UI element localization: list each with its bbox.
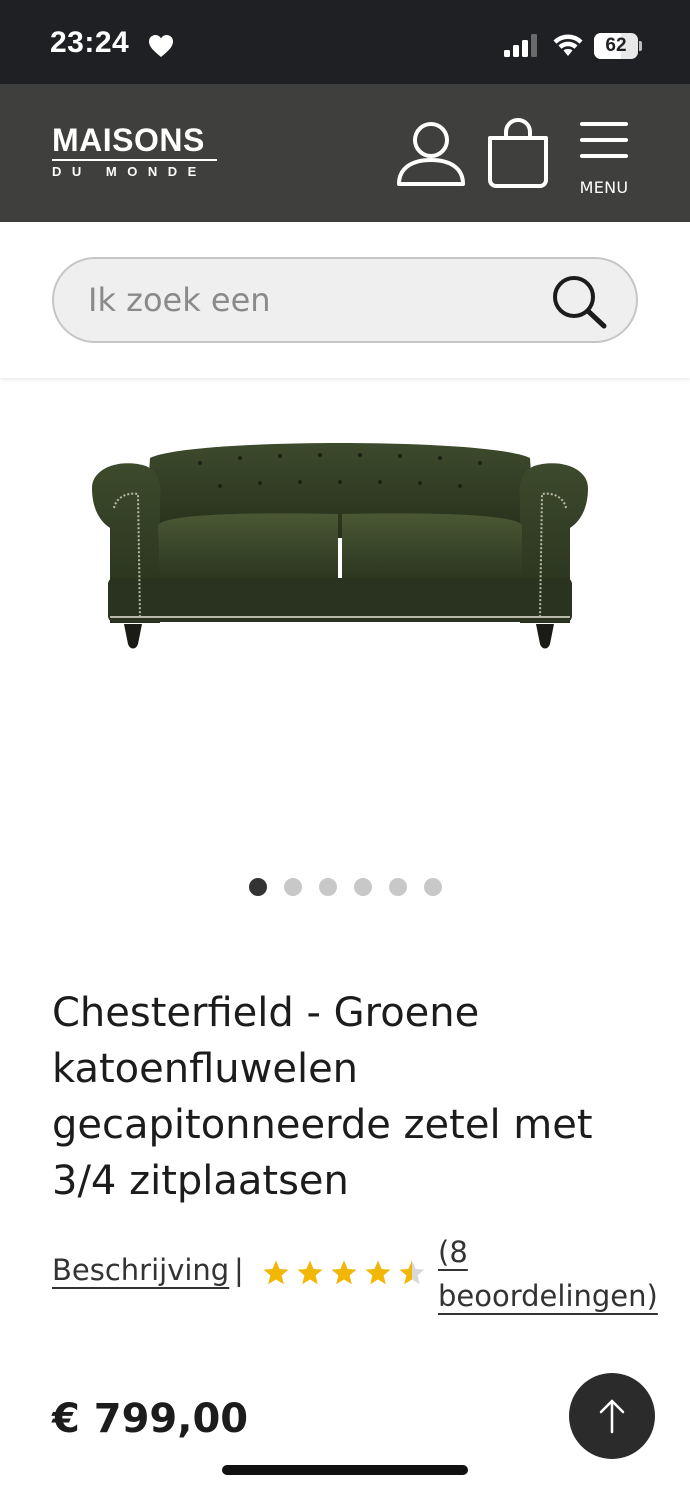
star-icon bbox=[263, 1260, 289, 1285]
search-bar-container bbox=[0, 222, 690, 378]
logo-wordmark-bottom: DU MONDE bbox=[52, 164, 207, 179]
home-indicator[interactable] bbox=[222, 1465, 468, 1475]
scroll-to-top-button[interactable] bbox=[569, 1373, 655, 1459]
star-icon bbox=[331, 1260, 357, 1285]
cart-button[interactable] bbox=[486, 118, 550, 188]
logo-divider bbox=[52, 159, 217, 161]
product-title: Chesterfield - Groene katoenfluwelen gec… bbox=[52, 990, 593, 1204]
search-box[interactable] bbox=[52, 257, 638, 343]
product-image[interactable] bbox=[80, 428, 600, 660]
carousel-dot[interactable] bbox=[353, 878, 372, 896]
logo[interactable]: MAISONS DU MONDE bbox=[52, 124, 217, 179]
menu-button[interactable]: MENU bbox=[572, 118, 636, 198]
cellular-signal-icon bbox=[504, 34, 537, 57]
heart-icon bbox=[149, 35, 173, 57]
carousel-dot[interactable] bbox=[248, 878, 267, 896]
status-time: 23:24 bbox=[50, 26, 130, 59]
star-icon bbox=[297, 1260, 323, 1285]
battery-icon: 62 bbox=[594, 33, 642, 59]
separator: | bbox=[234, 1253, 244, 1287]
battery-level: 62 bbox=[605, 35, 627, 56]
carousel-dot[interactable] bbox=[318, 878, 337, 896]
carousel-dot[interactable] bbox=[283, 878, 302, 896]
carousel-dot[interactable] bbox=[423, 878, 442, 896]
carousel-indicators bbox=[0, 878, 690, 898]
star-icon bbox=[365, 1260, 391, 1285]
logo-wordmark-top: MAISONS bbox=[52, 122, 205, 158]
hamburger-menu-icon bbox=[580, 122, 628, 158]
product-price: € 799,00 bbox=[52, 1396, 249, 1442]
site-header: MAISONS DU MONDE MENU bbox=[0, 84, 690, 222]
user-account-icon bbox=[397, 122, 465, 186]
wifi-icon bbox=[553, 34, 583, 56]
status-bar: 23:24 62 bbox=[0, 0, 690, 84]
account-button[interactable] bbox=[396, 120, 466, 188]
rating-stars[interactable] bbox=[262, 1259, 426, 1287]
arrow-up-icon bbox=[599, 1399, 625, 1434]
star-icon bbox=[399, 1260, 425, 1285]
carousel-dot[interactable] bbox=[388, 878, 407, 896]
description-link[interactable]: Beschrijving bbox=[52, 1253, 229, 1287]
menu-label: MENU bbox=[579, 178, 629, 197]
shopping-bag-icon bbox=[488, 118, 548, 188]
search-icon[interactable] bbox=[550, 274, 610, 330]
reviews-link[interactable]: (8 beoordelingen) bbox=[438, 1230, 668, 1318]
search-input[interactable] bbox=[88, 259, 548, 341]
